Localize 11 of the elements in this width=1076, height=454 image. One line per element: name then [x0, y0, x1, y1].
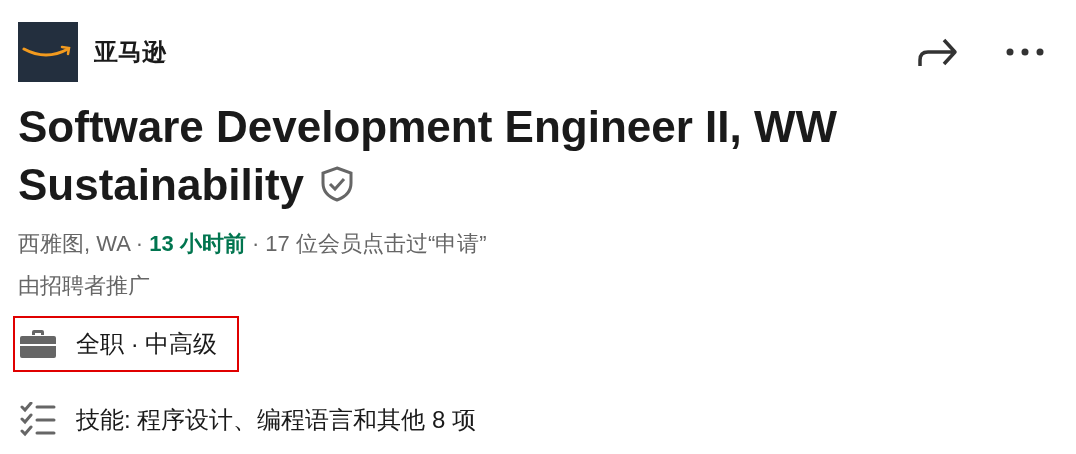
briefcase-icon	[20, 329, 56, 359]
job-meta: 西雅图, WA · 13 小时前 · 17 位会员点击过“申请”	[18, 230, 488, 258]
company-name[interactable]: 亚马逊	[94, 34, 166, 70]
job-insight: 技能: 程序设计、编程语言和其他 8 项	[76, 405, 477, 435]
promoted-label: 由招聘者推广	[18, 272, 151, 300]
job-title: Software Development Engineer II, WW Sustainability	[18, 102, 837, 209]
share-icon[interactable]	[916, 36, 958, 68]
company-logo[interactable]	[18, 22, 78, 82]
job-insight: 全职 · 中高级	[76, 329, 218, 359]
more-icon[interactable]	[1006, 48, 1044, 56]
checklist-icon	[20, 402, 56, 438]
